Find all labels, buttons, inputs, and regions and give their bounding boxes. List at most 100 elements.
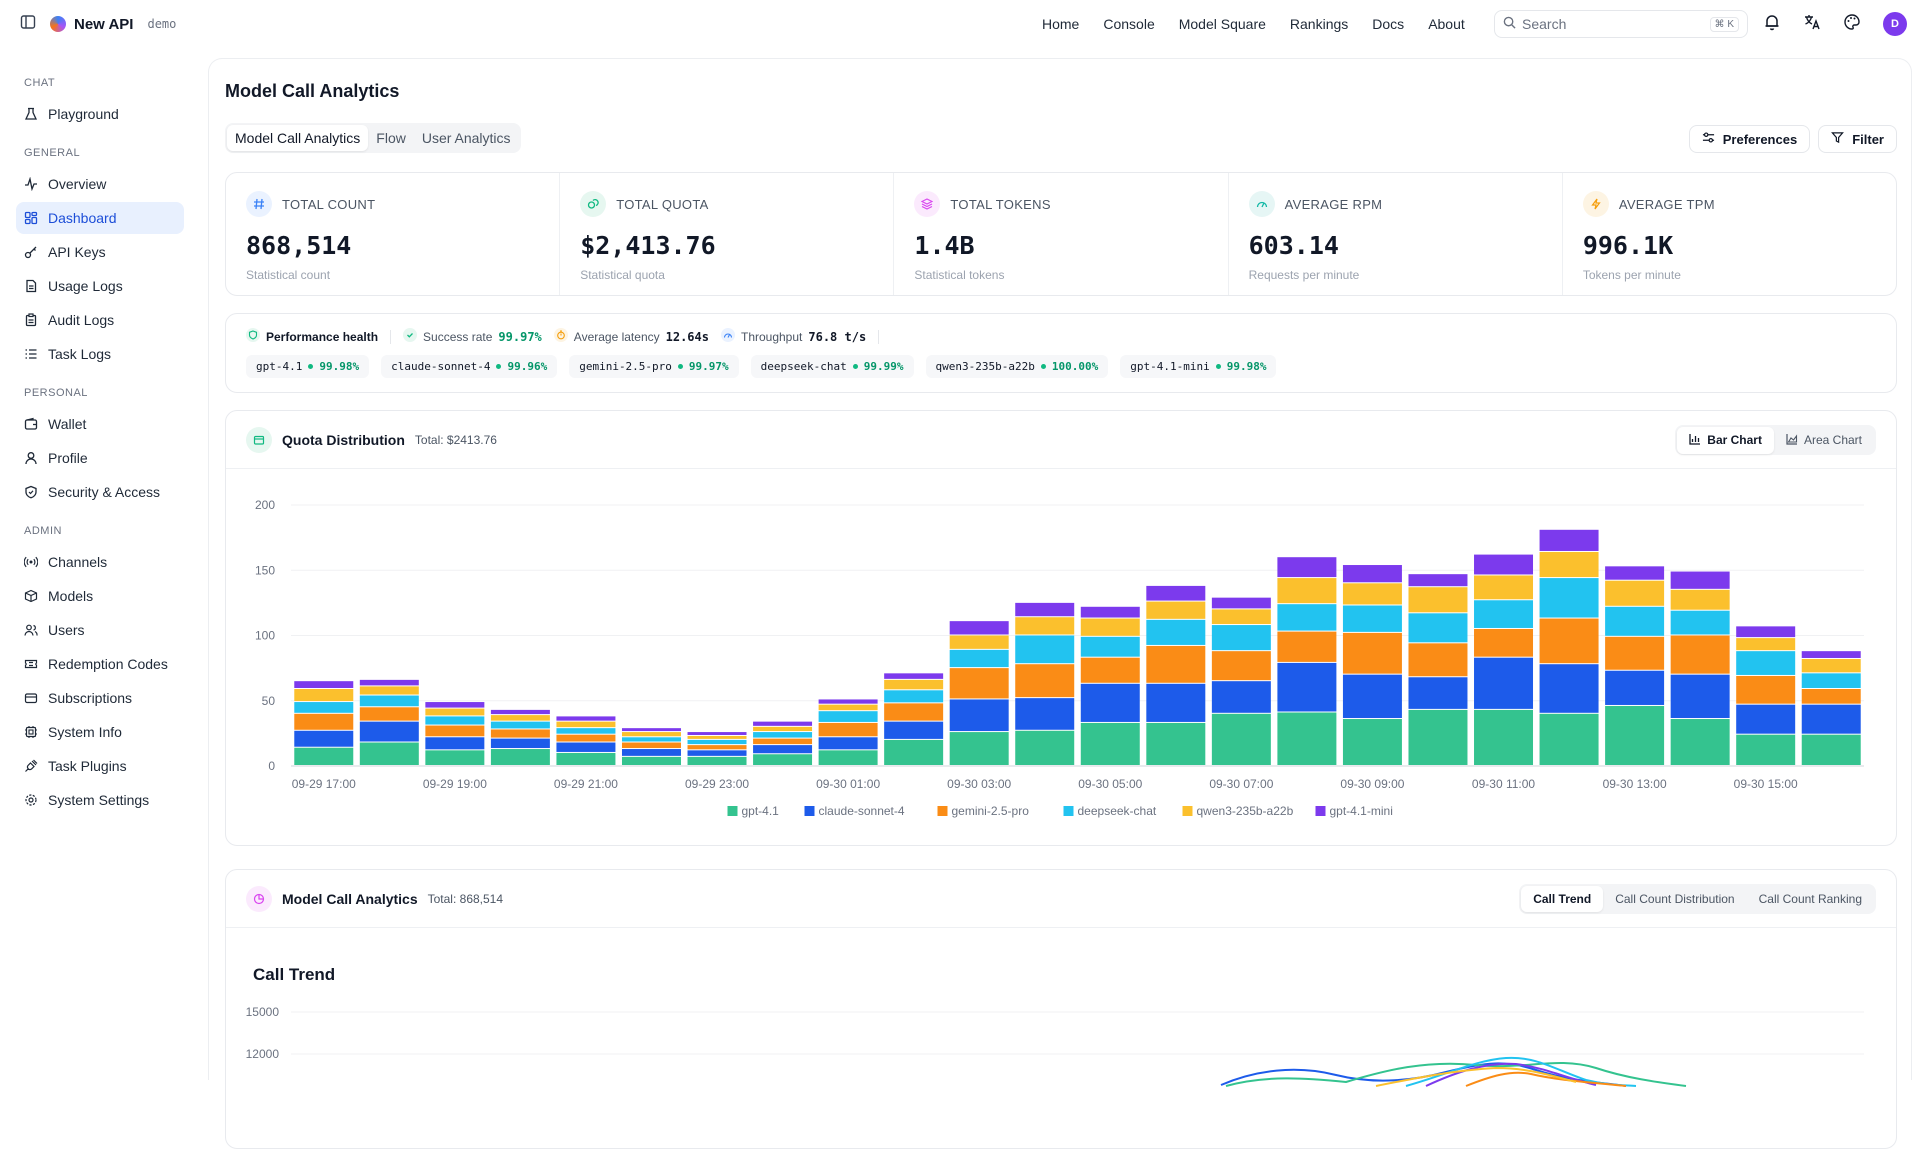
sidebar-item-audit-logs[interactable]: Audit Logs bbox=[16, 304, 184, 336]
bar-segment bbox=[556, 742, 616, 752]
tab-model-call-analytics[interactable]: Model Call Analytics bbox=[227, 125, 369, 151]
bar-segment bbox=[753, 721, 813, 726]
sidebar-item-security[interactable]: Security & Access bbox=[16, 476, 184, 508]
stat-label: TOTAL TOKENS bbox=[950, 196, 1051, 212]
bar-segment bbox=[490, 738, 550, 749]
bar-segment bbox=[884, 679, 944, 690]
area-chart-button[interactable]: Area Chart bbox=[1774, 427, 1874, 454]
nav-console[interactable]: Console bbox=[1103, 16, 1154, 32]
translate-icon[interactable] bbox=[1803, 13, 1821, 36]
wallet-icon bbox=[246, 426, 272, 453]
bar-segment bbox=[753, 754, 813, 765]
x-tick-label: 09-30 01:00 bbox=[816, 777, 880, 791]
list-icon bbox=[24, 347, 38, 361]
sidebar-item-label: Dashboard bbox=[48, 210, 117, 226]
stat-label: TOTAL QUOTA bbox=[616, 196, 709, 212]
model-health-chips: gpt-4.1 99.98% claude-sonnet-4 99.96% gemi… bbox=[246, 355, 1876, 378]
bar-segment bbox=[1605, 606, 1665, 636]
tab-call-count-ranking[interactable]: Call Count Ranking bbox=[1747, 886, 1874, 912]
bar-chart-button[interactable]: Bar Chart bbox=[1677, 426, 1774, 454]
sidebar-item-label: Task Plugins bbox=[48, 758, 127, 774]
bar-segment bbox=[1342, 632, 1402, 674]
stat-label: TOTAL COUNT bbox=[282, 196, 376, 212]
bar-chart-icon bbox=[1689, 433, 1701, 448]
model-chip-name: gemini-2.5-pro bbox=[579, 360, 672, 373]
nav-docs[interactable]: Docs bbox=[1372, 16, 1404, 32]
bar-segment bbox=[949, 732, 1009, 765]
nav-rankings[interactable]: Rankings bbox=[1290, 16, 1348, 32]
bar-segment bbox=[1342, 674, 1402, 719]
sidebar-item-profile[interactable]: Profile bbox=[16, 442, 184, 474]
avatar[interactable]: D bbox=[1883, 12, 1907, 36]
sidebar-toggle-icon[interactable] bbox=[20, 14, 36, 35]
stats-card: TOTAL COUNT 868,514 Statistical count TO… bbox=[225, 172, 1897, 296]
tab-call-count-distribution[interactable]: Call Count Distribution bbox=[1603, 886, 1746, 912]
sidebar-item-system-settings[interactable]: System Settings bbox=[16, 784, 184, 816]
status-dot bbox=[1040, 364, 1046, 369]
sidebar-item-label: System Settings bbox=[48, 792, 150, 808]
sidebar-item-users[interactable]: Users bbox=[16, 614, 184, 646]
bar-segment bbox=[1080, 657, 1140, 683]
bar-segment bbox=[1146, 683, 1206, 722]
tab-user-analytics[interactable]: User Analytics bbox=[414, 125, 519, 151]
bar-segment bbox=[884, 703, 944, 721]
demo-badge: demo bbox=[147, 17, 177, 31]
sidebar-item-channels[interactable]: Channels bbox=[16, 546, 184, 578]
sidebar-item-models[interactable]: Models bbox=[16, 580, 184, 612]
bar-segment bbox=[1015, 664, 1075, 698]
nav-home[interactable]: Home bbox=[1042, 16, 1079, 32]
bar-segment bbox=[621, 732, 681, 737]
stat-sub: Statistical count bbox=[246, 268, 331, 282]
performance-health: Performance health bbox=[246, 328, 378, 345]
sidebar-item-system-info[interactable]: System Info bbox=[16, 716, 184, 748]
bar-segment bbox=[1146, 585, 1206, 601]
quota-distribution-card: Quota Distribution Total: $2413.76 Bar C… bbox=[225, 410, 1897, 846]
sidebar-section-admin: ADMIN bbox=[24, 525, 62, 537]
bar-segment bbox=[1277, 662, 1337, 712]
search-icon bbox=[1503, 16, 1516, 32]
bar-segment bbox=[1277, 631, 1337, 662]
nav-about[interactable]: About bbox=[1428, 16, 1465, 32]
bar-segment bbox=[1539, 618, 1599, 664]
performance-card: Performance health Success rate 99.97% A… bbox=[225, 313, 1897, 393]
sidebar-item-wallet[interactable]: Wallet bbox=[16, 408, 184, 440]
palette-icon[interactable] bbox=[1843, 13, 1861, 36]
tab-call-trend[interactable]: Call Trend bbox=[1521, 886, 1604, 912]
x-tick-label: 09-30 03:00 bbox=[947, 777, 1011, 791]
sidebar-item-dashboard[interactable]: Dashboard bbox=[16, 202, 184, 234]
sidebar-section-chat: CHAT bbox=[24, 77, 56, 89]
sidebar-item-task-logs[interactable]: Task Logs bbox=[16, 338, 184, 370]
brand-link[interactable]: New API bbox=[50, 16, 133, 33]
call-trend-title: Call Trend bbox=[253, 965, 336, 984]
success-label: Success rate bbox=[423, 329, 493, 344]
bar-segment bbox=[687, 745, 747, 750]
filter-button[interactable]: Filter bbox=[1818, 125, 1897, 153]
stat-value: $2,413.76 bbox=[580, 231, 716, 260]
bar-segment bbox=[1211, 597, 1271, 609]
sidebar-item-playground[interactable]: Playground bbox=[16, 98, 184, 130]
bar-segment bbox=[1670, 635, 1730, 674]
sidebar-item-task-plugins[interactable]: Task Plugins bbox=[16, 750, 184, 782]
tab-flow[interactable]: Flow bbox=[368, 125, 414, 151]
preferences-button[interactable]: Preferences bbox=[1688, 125, 1811, 153]
bar-segment bbox=[1015, 602, 1075, 617]
search-input[interactable]: Search ⌘ K bbox=[1494, 10, 1748, 38]
sidebar-item-label: Overview bbox=[48, 176, 107, 192]
sidebar-item-api-keys[interactable]: API Keys bbox=[16, 236, 184, 268]
nav-model-square[interactable]: Model Square bbox=[1179, 16, 1266, 32]
sidebar-item-subscriptions[interactable]: Subscriptions bbox=[16, 682, 184, 714]
sidebar-item-overview[interactable]: Overview bbox=[16, 168, 184, 200]
sidebar-item-label: Playground bbox=[48, 106, 119, 122]
clipboard-icon bbox=[24, 313, 38, 327]
bell-icon[interactable] bbox=[1763, 13, 1781, 36]
bar-segment bbox=[687, 739, 747, 745]
bar-segment bbox=[1211, 651, 1271, 681]
layers-icon bbox=[914, 191, 941, 217]
sidebar-item-redemption-codes[interactable]: Redemption Codes bbox=[16, 648, 184, 680]
bar-segment bbox=[1736, 638, 1796, 651]
bar-segment bbox=[1539, 713, 1599, 765]
wallet-icon bbox=[24, 417, 38, 431]
bar-segment bbox=[1670, 610, 1730, 635]
preferences-label: Preferences bbox=[1722, 131, 1798, 147]
sidebar-item-usage-logs[interactable]: Usage Logs bbox=[16, 270, 184, 302]
